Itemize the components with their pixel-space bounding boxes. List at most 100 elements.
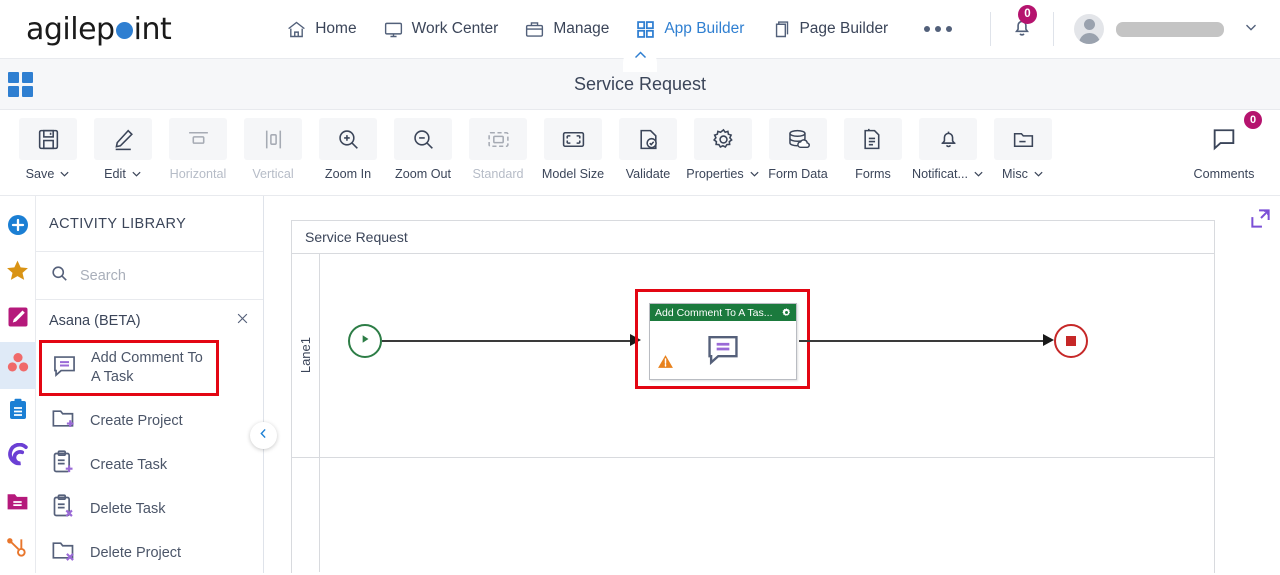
validate-button[interactable]: Validate <box>612 118 684 181</box>
comments-label: Comments <box>1193 167 1255 181</box>
user-menu-chevron-down-icon[interactable] <box>1242 18 1260 41</box>
collapse-library-button[interactable] <box>250 422 277 449</box>
misc-label: Misc <box>1002 167 1028 181</box>
sequence-flow-1 <box>382 340 634 342</box>
grid-cell-3 <box>8 85 19 97</box>
chevron-down-icon <box>973 167 984 181</box>
horizontal-label: Horizontal <box>169 167 227 181</box>
dot-3 <box>946 26 953 32</box>
nav-item-home[interactable]: Home <box>286 19 357 40</box>
library-item-delete-task[interactable]: Delete Task <box>36 487 263 531</box>
grid-cell-2 <box>22 71 33 83</box>
notifications-toolbar-button[interactable]: Notificat... <box>912 118 984 181</box>
library-item-create-task[interactable]: Create Task <box>36 443 263 487</box>
rail-item-add-activity[interactable] <box>0 204 36 250</box>
notification-count-badge: 0 <box>1018 4 1037 24</box>
asana-icon <box>5 350 31 381</box>
nav-label-manage: Manage <box>553 20 610 37</box>
lane-canvas[interactable]: Add Comment To A Tas... <box>320 254 1214 457</box>
sequence-flow-2 <box>799 340 1046 342</box>
nav-label-page-builder: Page Builder <box>799 20 889 37</box>
lane-canvas-empty[interactable] <box>320 458 1214 572</box>
zoom-in-button[interactable]: Zoom In <box>312 118 384 181</box>
horizontal-align-button[interactable]: Horizontal <box>162 118 234 181</box>
nav-item-page-builder[interactable]: Page Builder <box>770 19 888 40</box>
avatar[interactable] <box>1074 14 1104 44</box>
activity-header: Add Comment To A Tas... <box>650 304 796 321</box>
rail-item-clipboard[interactable] <box>0 389 36 435</box>
agilepoint-logo[interactable]: agilep int <box>26 11 172 47</box>
clipboard-x-icon <box>50 493 77 525</box>
chevron-down-icon <box>131 167 142 181</box>
document-title-bar: Service Request <box>0 46 1280 110</box>
edit-button[interactable]: Edit <box>87 118 159 181</box>
notifications-button[interactable]: 0 <box>1009 4 1037 45</box>
library-item-label: Delete Task <box>90 500 166 517</box>
stop-square-icon <box>1066 336 1076 346</box>
library-group-label: Asana (BETA) <box>49 312 141 329</box>
search-icon <box>50 264 69 288</box>
library-search-row[interactable] <box>36 252 263 300</box>
expand-icon[interactable] <box>1249 207 1272 235</box>
rail-item-appian[interactable] <box>0 435 36 481</box>
standard-size-button[interactable]: Standard <box>462 118 534 181</box>
misc-button[interactable]: Misc <box>987 118 1059 181</box>
logo-text-pre: agilep <box>26 11 115 47</box>
rail-item-box[interactable] <box>0 481 36 527</box>
standard-size-icon <box>469 118 527 160</box>
apps-grid-icon[interactable] <box>8 71 33 97</box>
bell-icon <box>919 118 977 160</box>
search-input[interactable] <box>80 267 230 284</box>
close-icon[interactable] <box>235 311 250 330</box>
activity-category-rail <box>0 196 36 573</box>
designer-body: ACTIVITY LIBRARY Asana (BETA) Add Commen… <box>0 196 1280 573</box>
library-item-label: Add Comment To A Task <box>91 350 203 385</box>
library-item-delete-project[interactable]: Delete Project <box>36 531 263 575</box>
rail-item-favorites[interactable] <box>0 250 36 296</box>
nav-label-app-builder: App Builder <box>664 20 745 37</box>
vertical-align-button[interactable]: Vertical <box>237 118 309 181</box>
grid-cell-4 <box>22 85 33 97</box>
model-size-label: Model Size <box>541 167 605 181</box>
arrow-head-2 <box>1043 334 1054 346</box>
form-data-button[interactable]: Form Data <box>762 118 834 181</box>
library-item-create-project[interactable]: Create Project <box>36 399 263 443</box>
rail-item-custom-activity[interactable] <box>0 296 36 342</box>
zoom-out-button[interactable]: Zoom Out <box>387 118 459 181</box>
nav-more-options-button[interactable] <box>924 26 953 32</box>
save-icon <box>19 118 77 160</box>
forms-button[interactable]: Forms <box>837 118 909 181</box>
lane-label: Lane1 <box>292 254 320 457</box>
add-comment-to-a-task-activity[interactable]: Add Comment To A Tas... <box>649 303 797 380</box>
form-data-label: Form Data <box>768 167 828 181</box>
library-item-add-comment-to-a-task[interactable]: Add Comment To A Task <box>39 340 219 396</box>
pencil-icon <box>94 118 152 160</box>
nav-item-app-builder[interactable]: App Builder <box>635 19 744 40</box>
swirl-icon <box>5 442 30 473</box>
activity-library-title: ACTIVITY LIBRARY <box>36 196 263 252</box>
end-event[interactable] <box>1054 324 1088 358</box>
primary-nav-items: Home Work Center Manage App Builder Page… <box>286 19 953 40</box>
activity-title: Add Comment To A Tas... <box>655 306 773 319</box>
edit-label: Edit <box>104 167 126 181</box>
zoom-out-label: Zoom Out <box>395 167 451 181</box>
lane-label-empty <box>292 458 320 572</box>
nav-item-work-center[interactable]: Work Center <box>383 19 499 40</box>
save-button[interactable]: Save <box>12 118 84 181</box>
collapse-header-button[interactable] <box>623 46 657 72</box>
properties-button[interactable]: Properties <box>686 118 759 181</box>
nav-item-manage[interactable]: Manage <box>524 19 609 40</box>
nav-label-work-center: Work Center <box>411 20 499 37</box>
folder-filled-icon <box>5 489 30 519</box>
comments-button[interactable]: 0 Comments <box>1188 111 1262 181</box>
model-size-button[interactable]: Model Size <box>537 118 609 181</box>
process-canvas[interactable]: Service Request Lane1 Add Comment To A T… <box>264 196 1280 573</box>
activity-selection-highlight: Add Comment To A Tas... <box>635 289 810 389</box>
vertical-label: Vertical <box>252 167 294 181</box>
rail-item-asana[interactable] <box>0 342 36 389</box>
chevron-down-icon <box>59 167 70 181</box>
folder-plus-icon <box>50 405 77 437</box>
gear-icon[interactable] <box>781 307 792 318</box>
rail-item-hubspot[interactable] <box>0 527 36 573</box>
start-event[interactable] <box>348 324 382 358</box>
